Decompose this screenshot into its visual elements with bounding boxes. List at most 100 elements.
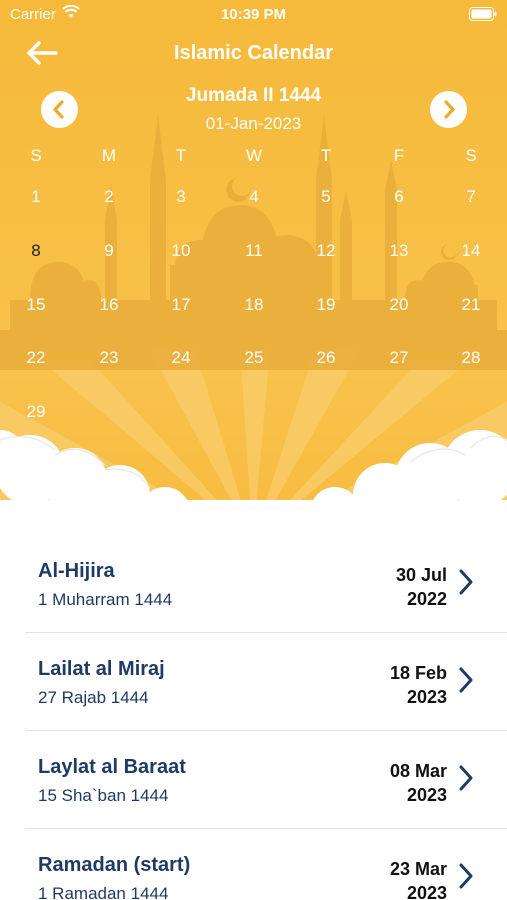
- day-cell[interactable]: 7: [451, 180, 491, 214]
- event-row[interactable]: Laylat al Baraat 15 Sha`ban 1444 08 Mar 202…: [25, 731, 507, 829]
- event-name: Al-Hijira: [38, 560, 115, 582]
- event-hijri-date: 1 Ramadan 1444: [38, 884, 169, 900]
- event-row[interactable]: Ramadan (start) 1 Ramadan 1444 23 Mar 2023: [25, 829, 507, 900]
- next-month-button[interactable]: [430, 91, 467, 128]
- weekday-label: W: [245, 146, 263, 165]
- day-number: 9: [104, 241, 114, 260]
- day-number: 23: [99, 348, 119, 367]
- day-number: 3: [176, 187, 186, 206]
- day-cell[interactable]: 27: [379, 341, 419, 375]
- day-number: 12: [316, 241, 336, 260]
- day-cell[interactable]: 6: [379, 180, 419, 214]
- day-number: 27: [389, 348, 409, 367]
- day-number: 18: [244, 295, 264, 314]
- weekday-label: T: [320, 146, 332, 165]
- event-list: Al-Hijira 1 Muharram 1444 30 Jul 2022 Lailat…: [0, 535, 507, 900]
- day-number: 25: [244, 348, 264, 367]
- day-cell[interactable]: 28: [451, 341, 491, 375]
- day-number: 21: [461, 295, 481, 314]
- event-name: Lailat al Miraj: [38, 658, 165, 680]
- weekday-label: T: [175, 146, 187, 165]
- day-cell[interactable]: 23: [89, 341, 129, 375]
- day-cell[interactable]: 25: [234, 341, 274, 375]
- day-cell[interactable]: 29: [16, 395, 56, 429]
- day-cell[interactable]: 15: [16, 288, 56, 322]
- day-number: 26: [316, 348, 336, 367]
- day-number: 1: [31, 187, 41, 206]
- day-number: 17: [171, 295, 191, 314]
- weekday-label: S: [30, 146, 42, 165]
- weekday-label: S: [465, 146, 477, 165]
- chevron-right-icon: [459, 765, 473, 796]
- day-cell[interactable]: 21: [451, 288, 491, 322]
- day-number: 4: [249, 187, 259, 206]
- day-number: 24: [171, 348, 191, 367]
- page-title: Islamic Calendar: [174, 42, 333, 64]
- weekday-label: M: [101, 146, 117, 165]
- event-gregorian-date: 23 Mar 2023: [390, 857, 447, 900]
- day-cell[interactable]: 22: [16, 341, 56, 375]
- day-number: 6: [394, 187, 404, 206]
- day-number: 13: [389, 241, 409, 260]
- day-number: 22: [26, 348, 46, 367]
- event-gregorian-date: 30 Jul 2022: [396, 563, 447, 611]
- day-number: 2: [104, 187, 114, 206]
- day-cell[interactable]: 17: [161, 288, 201, 322]
- status-bar: Carrier 10:39 PM: [0, 0, 507, 30]
- event-gregorian-date: 18 Feb 2023: [390, 661, 447, 709]
- day-number: 14: [461, 241, 481, 260]
- day-cell[interactable]: 26: [306, 341, 346, 375]
- day-number: 10: [171, 241, 191, 260]
- event-day-month: 08 Mar: [389, 761, 447, 781]
- day-cell[interactable]: 12: [306, 234, 346, 268]
- day-number: 7: [466, 187, 476, 206]
- event-hijri-date: 1 Muharram 1444: [38, 590, 173, 609]
- day-cell[interactable]: 3: [161, 180, 201, 214]
- event-gregorian-date: 08 Mar 2023: [390, 759, 447, 807]
- event-name: Laylat al Baraat: [38, 756, 186, 778]
- selected-day-cell[interactable]: 8: [16, 234, 56, 268]
- chevron-right-icon: [459, 863, 473, 894]
- day-cell[interactable]: 11: [234, 234, 274, 268]
- day-cell[interactable]: 13: [379, 234, 419, 268]
- chevron-right-icon: [459, 667, 473, 698]
- event-day-month: 30 Jul: [395, 565, 447, 585]
- event-day-month: 23 Mar: [389, 859, 447, 879]
- day-number: 29: [26, 402, 46, 421]
- day-cell[interactable]: 2: [89, 180, 129, 214]
- day-number: 28: [461, 348, 481, 367]
- event-row[interactable]: Lailat al Miraj 27 Rajab 1444 18 Feb 2023: [25, 633, 507, 731]
- status-time: 10:39 PM: [220, 6, 287, 23]
- day-cell[interactable]: 10: [161, 234, 201, 268]
- day-number: 19: [316, 295, 336, 314]
- event-row[interactable]: Al-Hijira 1 Muharram 1444 30 Jul 2022: [25, 535, 507, 633]
- day-cell[interactable]: 9: [89, 234, 129, 268]
- day-cell[interactable]: 1: [16, 180, 56, 214]
- battery-icon: [469, 7, 497, 25]
- event-year: 2022: [406, 589, 447, 609]
- day-cell[interactable]: 14: [451, 234, 491, 268]
- day-number: 15: [26, 295, 46, 314]
- calendar-header: Carrier 10:39 PM Islamic Calendar Jumada…: [0, 0, 507, 535]
- event-name: Ramadan (start): [38, 854, 191, 876]
- event-day-month: 18 Feb: [389, 663, 447, 683]
- day-cell[interactable]: 20: [379, 288, 419, 322]
- event-year: 2023: [406, 687, 447, 707]
- event-year: 2023: [406, 883, 447, 900]
- day-number: 11: [245, 241, 263, 260]
- event-year: 2023: [406, 785, 447, 805]
- chevron-right-icon: [444, 100, 455, 119]
- day-cell[interactable]: 5: [306, 180, 346, 214]
- day-cell[interactable]: 4: [234, 180, 274, 214]
- day-cell[interactable]: 24: [161, 341, 201, 375]
- event-hijri-date: 27 Rajab 1444: [38, 688, 149, 707]
- day-cell[interactable]: 19: [306, 288, 346, 322]
- day-number: 16: [99, 295, 119, 314]
- event-hijri-date: 15 Sha`ban 1444: [38, 786, 169, 805]
- day-cell[interactable]: 16: [89, 288, 129, 322]
- day-number: 5: [321, 187, 331, 206]
- day-number: 8: [31, 241, 41, 260]
- chevron-right-icon: [459, 569, 473, 600]
- day-cell[interactable]: 18: [234, 288, 274, 322]
- weekday-label: F: [393, 146, 405, 165]
